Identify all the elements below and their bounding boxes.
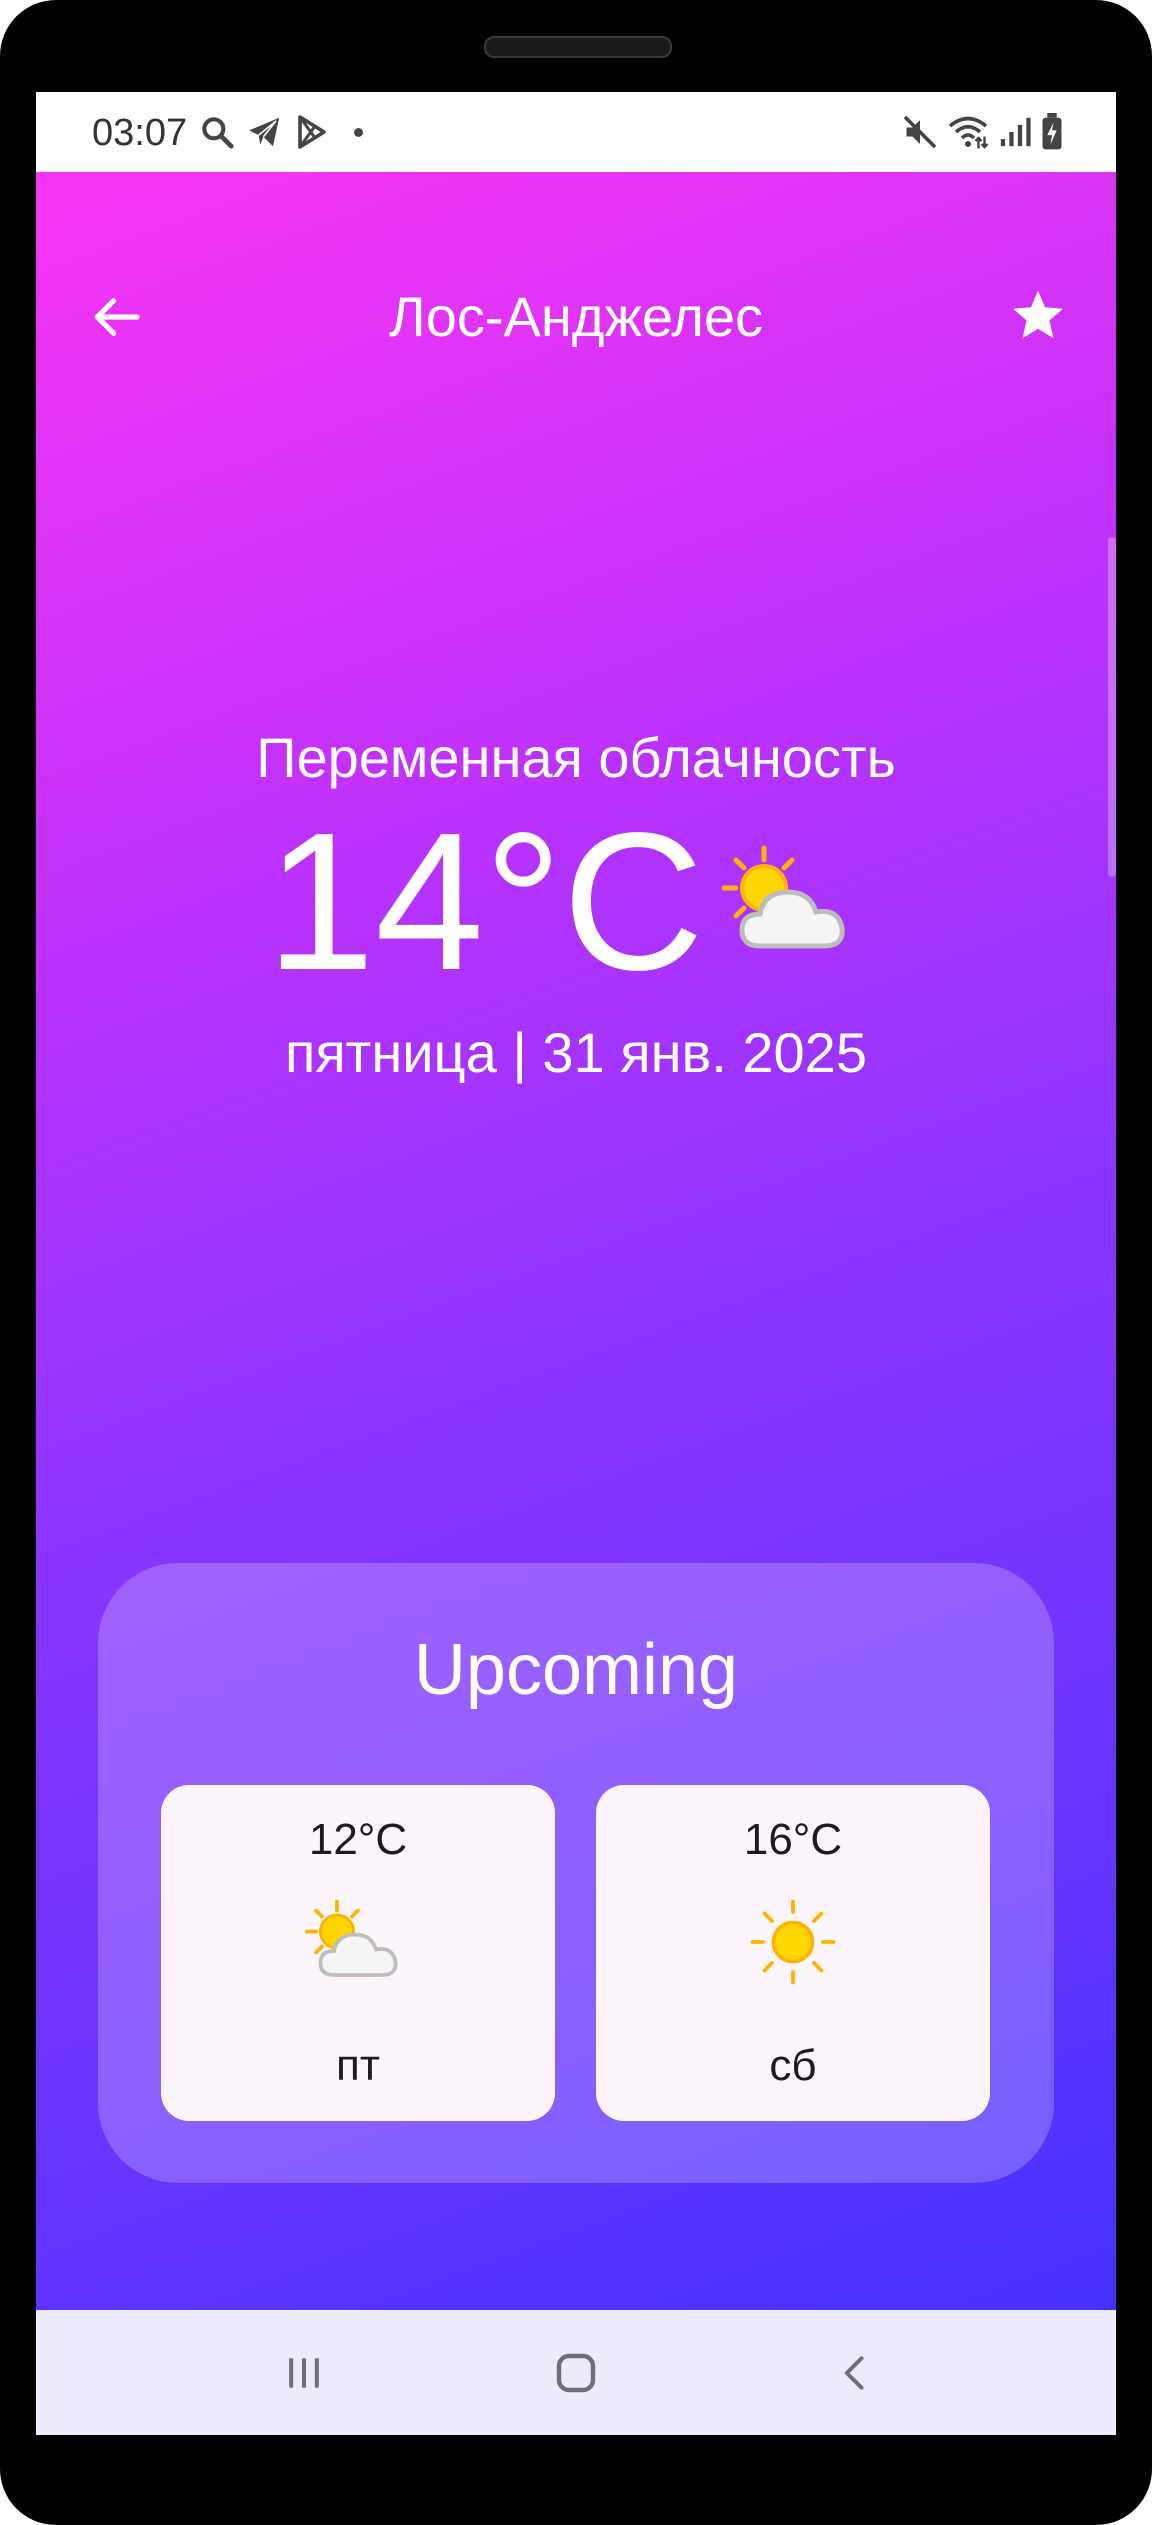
forecast-day: пт: [336, 2041, 380, 2090]
partly-cloudy-icon: [721, 845, 845, 949]
telegram-icon: [249, 117, 280, 147]
upcoming-title: Upcoming: [413, 1630, 739, 1710]
navigation-bar: [36, 2310, 1116, 2435]
search-icon: [202, 117, 234, 149]
home-button[interactable]: [536, 2338, 616, 2408]
status-left-icons: [198, 112, 363, 152]
current-temperature-row: 14°C: [36, 802, 1116, 1002]
favorite-button[interactable]: [1006, 284, 1070, 348]
status-right-icons: [902, 112, 1064, 152]
forecast-temperature: 16°C: [743, 1815, 843, 1864]
wifi-icon: [948, 116, 989, 149]
sun-icon: [750, 1899, 836, 1985]
city-title: Лос-Анджелес: [388, 285, 764, 348]
weather-main[interactable]: Лос-Анджелес Переменная облачность 14°C: [36, 172, 1116, 2310]
status-time: 03:07: [92, 112, 188, 154]
forecast-day: сб: [769, 2041, 817, 2090]
mute-icon: [903, 115, 937, 149]
forecast-temperature: 12°C: [308, 1815, 408, 1864]
notification-dot-icon: [354, 127, 363, 137]
current-temperature: 14°C: [266, 792, 704, 1011]
earpiece-speaker: [484, 36, 672, 58]
battery-charging-icon: [1042, 113, 1062, 150]
forecast-item[interactable]: 16°C сб: [596, 1785, 990, 2121]
current-date: пятница | 31 янв. 2025: [285, 1021, 867, 1084]
back-button[interactable]: [84, 285, 148, 349]
back-icon: [844, 2356, 864, 2390]
star-icon: [1013, 290, 1063, 339]
weather-condition: Переменная облачность: [256, 726, 896, 789]
partly-cloudy-icon: [305, 1899, 398, 1977]
system-back-button[interactable]: [816, 2338, 896, 2408]
device-frame: 03:07 Лос-Анджелес Переменная облачность…: [0, 0, 1152, 2525]
recent-apps-icon: [289, 2358, 319, 2388]
status-bar: 03:07: [36, 92, 1116, 172]
signal-icon: [1000, 117, 1031, 147]
play-store-icon: [298, 115, 326, 149]
screen: 03:07 Лос-Анджелес Переменная облачность…: [36, 92, 1116, 2435]
upcoming-forecast-card: Upcoming 12°C пт 16°C сб: [98, 1563, 1054, 2183]
arrow-back-icon: [94, 298, 140, 336]
recent-apps-button[interactable]: [264, 2338, 344, 2408]
home-icon: [556, 2353, 596, 2393]
forecast-item[interactable]: 12°C пт: [161, 1785, 555, 2121]
